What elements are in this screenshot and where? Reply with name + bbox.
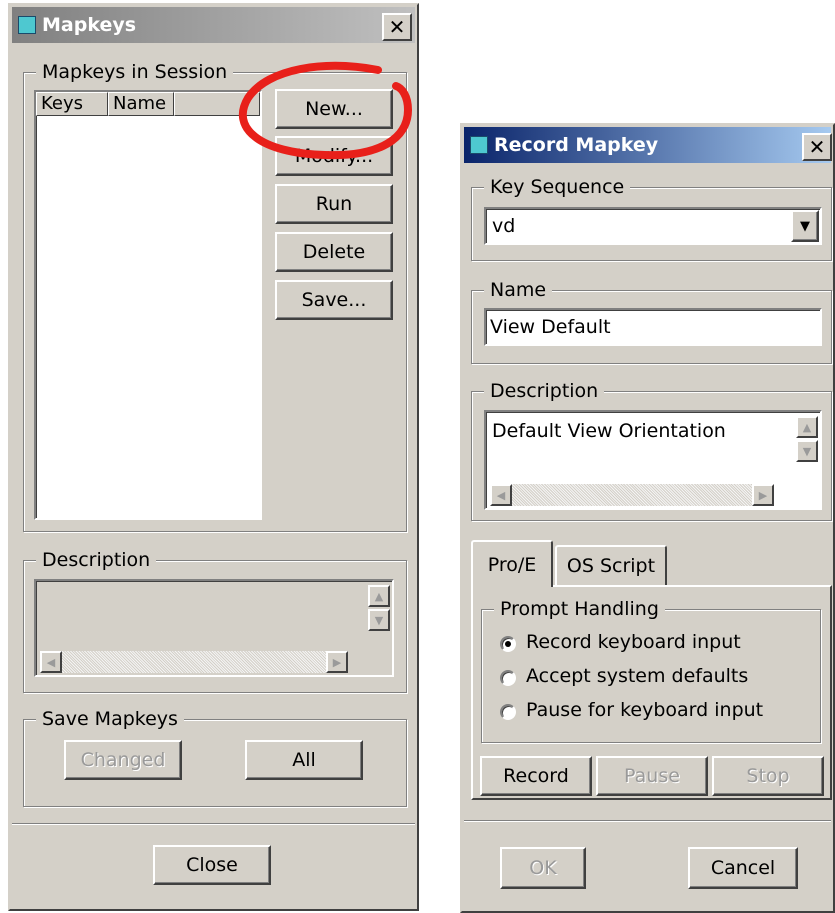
group-label: Save Mapkeys — [36, 707, 184, 731]
record-title-bar[interactable]: Record Mapkey — [464, 127, 831, 163]
close-icon[interactable]: ✕ — [382, 13, 412, 41]
column-header-keys[interactable]: Keys — [36, 92, 108, 116]
changed-button[interactable]: Changed — [64, 740, 182, 780]
radio-label: Record keyboard input — [526, 631, 741, 653]
scroll-down-icon[interactable]: ▼ — [368, 609, 390, 631]
radio-label: Pause for keyboard input — [526, 699, 764, 721]
group-label: Key Sequence — [484, 175, 631, 199]
stop-button[interactable]: Stop — [712, 756, 824, 796]
column-header-name[interactable]: Name — [108, 92, 174, 116]
pause-button[interactable]: Pause — [596, 756, 708, 796]
group-label: Description — [484, 379, 605, 403]
scroll-up-icon[interactable]: ▲ — [796, 416, 818, 438]
scroll-right-icon[interactable]: ▶ — [752, 484, 774, 506]
tab-proe[interactable]: Pro/E — [471, 540, 553, 587]
close-button[interactable]: Close — [153, 845, 271, 885]
group-label: Description — [36, 548, 157, 572]
separator — [464, 820, 831, 822]
description-field[interactable]: ▲ ▼ ◀ ▶ — [34, 579, 394, 677]
radio-record-keyboard[interactable]: Record keyboard input — [500, 631, 800, 659]
all-button[interactable]: All — [245, 740, 363, 780]
radio-pause-keyboard[interactable]: Pause for keyboard input — [500, 699, 800, 727]
save-button[interactable]: Save... — [275, 280, 393, 320]
radio-label: Accept system defaults — [526, 665, 749, 687]
scroll-left-icon[interactable]: ◀ — [490, 484, 512, 506]
name-value: View Default — [490, 316, 611, 338]
group-label: Name — [484, 278, 553, 302]
chevron-down-icon[interactable]: ▼ — [791, 210, 819, 242]
scroll-down-icon[interactable]: ▼ — [796, 440, 818, 462]
record-title: Record Mapkey — [494, 134, 659, 156]
record-description-field[interactable]: Default View Orientation ▲ ▼ ◀ ▶ — [484, 410, 822, 510]
record-button[interactable]: Record — [480, 756, 592, 796]
horizontal-scrollbar-track[interactable] — [512, 484, 752, 506]
radio-accept-defaults[interactable]: Accept system defaults — [500, 665, 800, 693]
name-field[interactable]: View Default — [484, 308, 822, 346]
scroll-right-icon[interactable]: ▶ — [326, 651, 348, 673]
ok-button[interactable]: OK — [500, 847, 586, 889]
window-icon — [18, 16, 36, 34]
mapkeys-title: Mapkeys — [42, 14, 137, 36]
record-description-value: Default View Orientation — [492, 420, 726, 442]
scroll-up-icon[interactable]: ▲ — [368, 585, 390, 607]
cancel-button[interactable]: Cancel — [688, 847, 798, 889]
radio-button-selected[interactable] — [500, 636, 516, 652]
mapkeys-title-bar[interactable]: Mapkeys — [12, 7, 415, 43]
key-sequence-dropdown[interactable]: vd ▼ — [484, 207, 822, 245]
key-sequence-value: vd — [492, 215, 516, 237]
radio-button[interactable] — [500, 704, 516, 720]
annotation-circle — [238, 61, 413, 160]
close-icon[interactable]: ✕ — [802, 133, 832, 161]
scroll-left-icon[interactable]: ◀ — [40, 651, 62, 673]
run-button[interactable]: Run — [275, 184, 393, 224]
record-mapkey-window: Record Mapkey ✕ Key Sequence vd ▼ Name V… — [460, 123, 835, 913]
delete-button[interactable]: Delete — [275, 232, 393, 272]
window-icon — [470, 136, 488, 154]
radio-button[interactable] — [500, 670, 516, 686]
horizontal-scrollbar-track[interactable] — [62, 651, 326, 673]
separator — [12, 823, 415, 825]
group-label: Prompt Handling — [494, 597, 665, 621]
group-label: Mapkeys in Session — [36, 60, 234, 84]
mapkeys-list[interactable]: Keys Name — [34, 90, 262, 520]
tab-os-script[interactable]: OS Script — [555, 545, 667, 585]
